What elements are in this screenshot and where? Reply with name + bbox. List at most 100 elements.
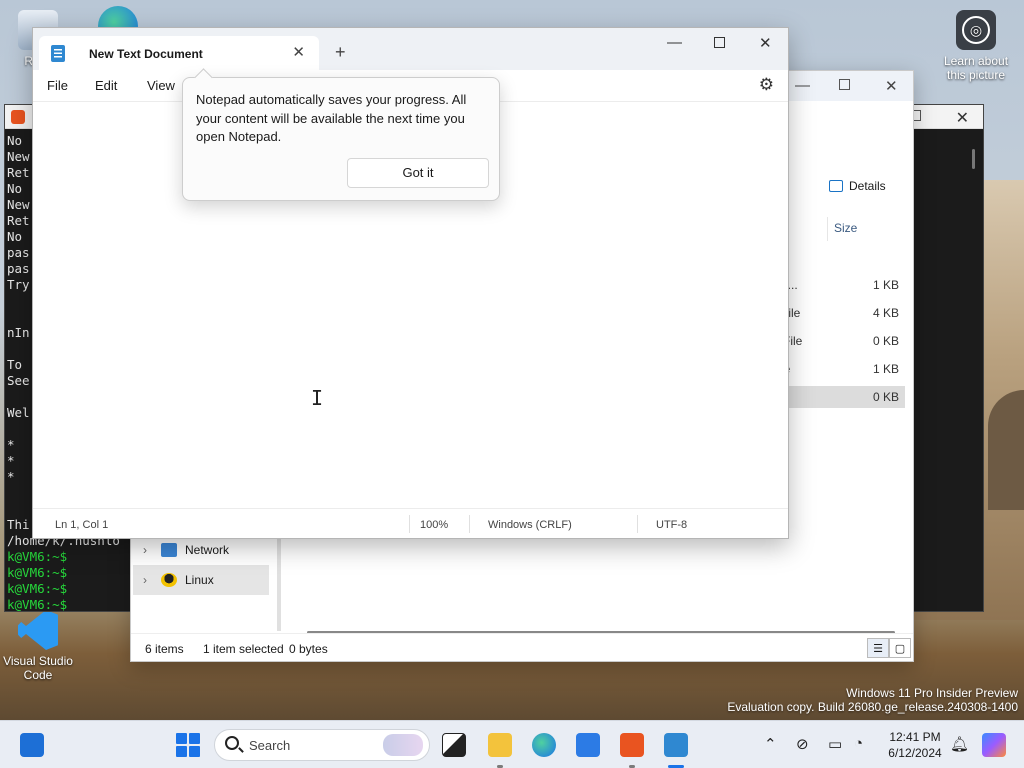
close-icon[interactable]: ✕ <box>759 34 772 52</box>
status-divider <box>637 515 638 533</box>
notepad-titlebar[interactable]: New Text Document ✕ + — ✕ <box>33 28 788 70</box>
network-offline-icon[interactable]: ⊘ <box>796 735 809 753</box>
terminal-line: Try <box>7 277 30 292</box>
taskbar-search[interactable]: Search <box>214 729 430 761</box>
ubuntu-terminal-icon[interactable] <box>620 733 644 757</box>
menu-edit[interactable]: Edit <box>95 78 117 93</box>
tiles-view-button[interactable]: ▢ <box>889 638 911 658</box>
edge-browser-icon[interactable] <box>532 733 556 757</box>
file-row[interactable]: File 1 KB <box>771 358 905 380</box>
terminal-prompt: k@VM6:~$ <box>7 597 68 612</box>
menu-file[interactable]: File <box>47 78 68 93</box>
notepad-taskbar-icon[interactable] <box>664 733 688 757</box>
details-view-button[interactable]: ☰ <box>867 638 889 658</box>
network-icon <box>161 543 177 557</box>
status-encoding[interactable]: UTF-8 <box>656 519 687 531</box>
desktop-icon-label: Visual Studio Code <box>3 654 73 682</box>
close-icon[interactable]: ✕ <box>885 77 898 95</box>
learn-about-picture[interactable]: ◎ Learn about this picture <box>938 10 1014 82</box>
taskbar: Search ⌃ ⊘ ▭ ◔ 12:41 PM 6/12/2024 🔔︎ <box>0 720 1024 768</box>
terminal-line: No <box>7 229 30 244</box>
new-tab-button[interactable]: + <box>335 42 346 63</box>
terminal-line: * <box>7 469 23 484</box>
status-divider <box>409 515 410 533</box>
text-cursor-icon: I <box>311 386 324 410</box>
nav-item-label: Network <box>185 543 230 557</box>
file-size: 4 KB <box>872 306 899 320</box>
watermark-line-1: Windows 11 Pro Insider Preview <box>846 686 1018 700</box>
taskbar-clock[interactable]: 12:41 PM 6/12/2024 <box>884 729 946 761</box>
nav-item-network[interactable]: › Network <box>133 535 269 565</box>
search-highlight-art <box>383 734 423 756</box>
menu-view[interactable]: View <box>147 78 175 93</box>
windows-watermark: Windows 11 Pro Insider Preview Evaluatio… <box>727 686 1018 714</box>
wallpaper-bridge-arch <box>988 390 1024 510</box>
copilot-icon[interactable] <box>982 733 1006 757</box>
status-selection: 1 item selected <box>203 642 284 656</box>
file-explorer-icon[interactable] <box>488 733 512 757</box>
widgets-icon[interactable] <box>20 733 44 757</box>
terminal-scrollbar[interactable] <box>972 149 975 169</box>
maximize-icon[interactable] <box>714 37 725 48</box>
file-size: 0 KB <box>872 334 899 348</box>
file-size: 0 KB <box>872 390 899 404</box>
details-pane-icon <box>829 180 843 192</box>
tab-title: New Text Document <box>89 47 203 61</box>
start-button[interactable] <box>176 733 200 757</box>
close-tab-icon[interactable]: ✕ <box>292 43 305 61</box>
file-row[interactable]: our... 1 KB <box>771 274 905 296</box>
terminal-line: To <box>7 357 30 372</box>
details-label: Details <box>849 179 886 193</box>
nav-item-label: Linux <box>185 573 214 587</box>
close-icon[interactable]: ✕ <box>956 108 969 128</box>
notepad-icon <box>51 45 65 62</box>
microsoft-store-icon[interactable] <box>576 733 600 757</box>
teaching-tip-message: Notepad automatically saves your progres… <box>196 92 467 144</box>
terminal-line: Ret <box>7 213 30 228</box>
status-bytes: 0 bytes <box>289 642 328 656</box>
navigation-pane[interactable]: › Network › Linux <box>133 535 269 595</box>
terminal-line: Ret <box>7 165 30 180</box>
notification-bell-icon[interactable]: 🔔︎ <box>950 735 969 753</box>
camera-icon: ◎ <box>956 10 996 50</box>
sound-icon[interactable]: ◔ <box>854 735 863 752</box>
explorer-statusbar: 6 items 1 item selected 0 bytes ☰ ▢ <box>131 633 913 661</box>
linux-penguin-icon <box>161 573 177 587</box>
chevron-up-icon[interactable]: ⌃ <box>764 735 777 753</box>
clock-time: 12:41 PM <box>889 730 941 744</box>
status-line-ending[interactable]: Windows (CRLF) <box>488 519 572 531</box>
terminal-line: * <box>7 453 23 468</box>
file-size: 1 KB <box>872 278 899 292</box>
nav-item-linux[interactable]: › Linux <box>133 565 269 595</box>
learn-about-label: Learn about this picture <box>943 54 1009 82</box>
pane-splitter[interactable] <box>277 535 281 631</box>
file-row[interactable]: e File 4 KB <box>771 302 905 324</box>
terminal-line: New <box>7 149 30 164</box>
task-view-icon[interactable] <box>442 733 466 757</box>
search-label: Search <box>249 738 291 753</box>
settings-gear-icon[interactable]: ⚙ <box>759 75 774 95</box>
minimize-icon[interactable]: — <box>667 34 682 51</box>
display-icon[interactable]: ▭ <box>828 735 842 753</box>
status-cursor-position: Ln 1, Col 1 <box>55 519 109 531</box>
notepad-tab[interactable]: New Text Document ✕ <box>39 36 319 70</box>
file-row[interactable]: N File 0 KB <box>771 330 905 352</box>
status-divider <box>469 515 470 533</box>
autosave-teaching-tip: Notepad automatically saves your progres… <box>182 77 500 201</box>
maximize-icon[interactable] <box>839 79 850 90</box>
terminal-line: pas <box>7 261 30 276</box>
got-it-button[interactable]: Got it <box>347 158 489 188</box>
minimize-icon[interactable]: — <box>795 77 810 94</box>
terminal-prompt: k@VM6:~$ <box>7 565 68 580</box>
details-button[interactable]: Details <box>829 179 886 193</box>
desktop-icon-vscode[interactable]: Visual Studio Code <box>2 610 74 682</box>
chevron-right-icon[interactable]: › <box>143 543 153 557</box>
file-size: 1 KB <box>872 362 899 376</box>
terminal-prompt: k@VM6:~$ <box>7 581 68 596</box>
clock-date: 6/12/2024 <box>888 746 942 760</box>
status-zoom[interactable]: 100% <box>420 519 448 531</box>
search-icon <box>225 736 239 750</box>
file-row-selected[interactable]: t 0 KB <box>771 386 905 408</box>
chevron-right-icon[interactable]: › <box>143 573 153 587</box>
column-header-size[interactable]: Size <box>827 217 907 241</box>
